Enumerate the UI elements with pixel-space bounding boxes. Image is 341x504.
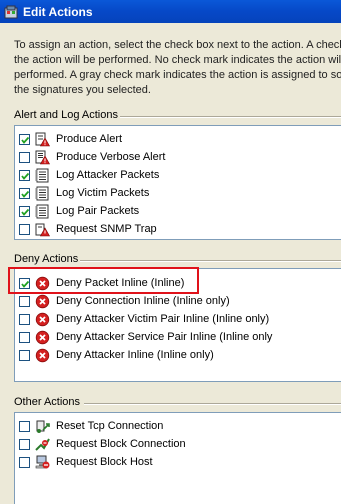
action-label: Reset Tcp Connection	[56, 420, 164, 432]
snmp-icon	[35, 222, 51, 237]
app-icon	[4, 5, 18, 19]
other-section-title: Other Actions	[14, 396, 81, 408]
deny-icon	[35, 294, 50, 309]
reset-icon	[35, 419, 50, 434]
deny-section-header: Deny Actions	[14, 253, 341, 265]
log-icon	[35, 168, 50, 183]
alert-icon	[35, 132, 51, 147]
action-label: Deny Connection Inline (Inline only)	[56, 295, 230, 307]
action-item-log-pair-packets[interactable]: Log Pair Packets	[19, 202, 139, 220]
action-label: Produce Verbose Alert	[56, 151, 166, 163]
action-item-deny-attacker-inline[interactable]: Deny Attacker Inline (Inline only)	[19, 346, 214, 364]
action-item-request-block-connection[interactable]: Request Block Connection	[19, 435, 186, 453]
action-item-request-block-host[interactable]: Request Block Host	[19, 453, 153, 471]
log-icon	[35, 204, 50, 219]
action-label: Request Block Host	[56, 456, 153, 468]
checkbox[interactable]	[19, 223, 30, 235]
action-label: Deny Attacker Service Pair Inline (Inlin…	[56, 331, 273, 343]
action-item-request-snmp-trap[interactable]: Request SNMP Trap	[19, 220, 157, 238]
alert-log-section-title: Alert and Log Actions	[14, 109, 118, 121]
action-item-deny-attacker-service-pair-inline[interactable]: Deny Attacker Service Pair Inline (Inlin…	[19, 328, 272, 346]
deny-section-title: Deny Actions	[14, 253, 79, 265]
action-item-reset-tcp-connection[interactable]: Reset Tcp Connection	[19, 417, 163, 435]
checkbox[interactable]	[19, 151, 30, 163]
action-label: Produce Alert	[56, 133, 123, 145]
action-item-produce-verbose-alert[interactable]: Produce Verbose Alert	[19, 148, 165, 166]
checkbox[interactable]	[19, 438, 30, 450]
block-connection-icon	[35, 437, 50, 452]
section-divider	[80, 260, 341, 262]
action-label: Request SNMP Trap	[56, 223, 157, 235]
action-item-log-attacker-packets[interactable]: Log Attacker Packets	[19, 166, 159, 184]
checkbox[interactable]	[19, 295, 30, 307]
checkbox[interactable]	[19, 205, 30, 217]
checkbox[interactable]	[19, 420, 30, 432]
action-label: Log Pair Packets	[56, 205, 140, 217]
action-label: Deny Attacker Inline (Inline only)	[56, 349, 214, 361]
instructions-line: performed. A gray check mark indicates t…	[14, 69, 341, 81]
action-label: Log Attacker Packets	[56, 169, 160, 181]
other-section-header: Other Actions	[14, 396, 341, 408]
action-item-log-victim-packets[interactable]: Log Victim Packets	[19, 184, 149, 202]
instructions-line: the action will be performed. No check m…	[14, 54, 341, 66]
alert-log-list[interactable]: Produce Alert Produce Verbose Alert Log …	[14, 125, 341, 240]
action-label: Request Block Connection	[56, 438, 186, 450]
instructions-text: To assign an action, select the check bo…	[14, 38, 341, 98]
instructions-line: To assign an action, select the check bo…	[14, 39, 341, 51]
title-bar[interactable]: Edit Actions	[0, 0, 341, 23]
alert-log-section-header: Alert and Log Actions	[14, 109, 341, 121]
deny-icon	[35, 348, 50, 363]
section-divider	[84, 403, 341, 405]
deny-icon	[35, 330, 50, 345]
checkbox[interactable]	[19, 456, 30, 468]
checkbox[interactable]	[19, 349, 30, 361]
instructions-line: the signatures you selected.	[14, 84, 151, 96]
verbose-alert-icon	[35, 150, 51, 165]
log-icon	[35, 186, 50, 201]
action-item-deny-connection-inline[interactable]: Deny Connection Inline (Inline only)	[19, 292, 230, 310]
action-label: Log Victim Packets	[56, 187, 150, 199]
checkbox[interactable]	[19, 331, 30, 343]
checkbox[interactable]	[19, 133, 30, 145]
window-title: Edit Actions	[23, 4, 93, 19]
checkbox[interactable]	[19, 187, 30, 199]
section-divider	[120, 116, 341, 118]
checkbox[interactable]	[19, 313, 30, 325]
highlight-annotation	[8, 267, 199, 294]
action-item-produce-alert[interactable]: Produce Alert	[19, 130, 122, 148]
block-host-icon	[35, 455, 50, 470]
checkbox[interactable]	[19, 169, 30, 181]
action-label: Deny Attacker Victim Pair Inline (Inline…	[56, 313, 270, 325]
action-item-deny-attacker-victim-pair-inline[interactable]: Deny Attacker Victim Pair Inline (Inline…	[19, 310, 269, 328]
deny-icon	[35, 312, 50, 327]
other-list[interactable]: Reset Tcp Connection Request Block Conne…	[14, 412, 341, 504]
